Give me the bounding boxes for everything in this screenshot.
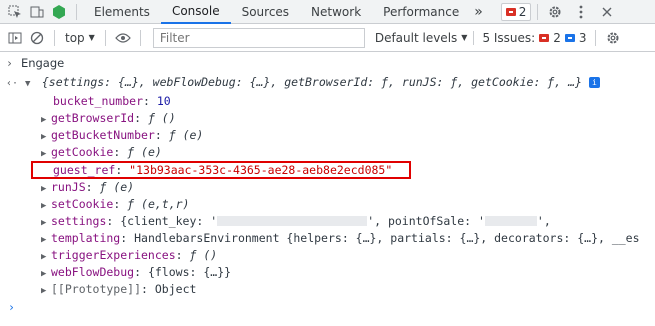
property-row[interactable]: ▶ triggerExperiences: ƒ () xyxy=(0,247,655,264)
expand-triangle-icon[interactable]: ▶ xyxy=(41,146,51,161)
device-toolbar-icon[interactable] xyxy=(26,1,48,23)
expand-triangle-icon[interactable]: ▶ xyxy=(41,249,51,264)
tab-network[interactable]: Network xyxy=(300,0,372,24)
object-summary: {settings: {…}, webFlowDebug: {…}, getBr… xyxy=(41,75,582,89)
property-key: [[Prototype]] xyxy=(51,282,142,296)
console-output: › Engage ‹· ▼ {settings: {…}, webFlowDeb… xyxy=(0,52,655,326)
expand-triangle-icon[interactable]: ▶ xyxy=(41,112,51,127)
error-icon xyxy=(505,7,516,16)
property-row[interactable]: ▶ runJS: ƒ (e) xyxy=(0,179,655,196)
tab-sources[interactable]: Sources xyxy=(231,0,300,24)
context-label: top xyxy=(65,30,85,45)
error-count: 2 xyxy=(518,4,527,19)
property-row[interactable]: ▶ getCookie: ƒ (e) xyxy=(0,144,655,161)
property-row[interactable]: ▶ getBucketNumber: ƒ (e) xyxy=(0,127,655,144)
command-text: Engage xyxy=(20,56,65,70)
property-key: settings xyxy=(51,214,107,228)
devtools-tabbar: Elements Console Sources Network Perform… xyxy=(0,0,655,24)
property-key: setCookie xyxy=(51,197,114,211)
property-row[interactable]: ▶ getBrowserId: ƒ () xyxy=(0,110,655,127)
expand-triangle-icon[interactable]: ▶ xyxy=(41,129,51,144)
property-value: ƒ (e) xyxy=(99,180,135,194)
extension-hexagon-icon[interactable] xyxy=(48,1,70,23)
error-icon xyxy=(539,33,550,42)
property-value: ƒ () xyxy=(147,111,176,125)
context-selector[interactable]: top ▼ xyxy=(61,31,99,45)
property-row[interactable]: ▶ templating: HandlebarsEnvironment {help… xyxy=(0,230,655,247)
property-value: {flows: {…}} xyxy=(147,265,232,279)
console-toolbar: top ▼ Default levels ▼ 5 Issues: 2 3 xyxy=(0,24,655,52)
dropdown-triangle-icon: ▼ xyxy=(461,33,468,42)
toolbar-divider xyxy=(54,29,55,46)
property-value: ƒ (e) xyxy=(127,145,162,159)
result-prompt-icon: ‹· xyxy=(6,78,19,89)
property-value: ƒ (e) xyxy=(168,128,204,142)
expand-triangle-icon[interactable]: ▶ xyxy=(41,266,51,281)
tab-performance[interactable]: Performance xyxy=(372,0,470,24)
property-value: 10 xyxy=(156,94,171,108)
highlight-annotation-box xyxy=(31,161,411,179)
tabbar-divider xyxy=(76,3,77,20)
info-icon xyxy=(564,33,575,42)
property-value: {client_key: ' xyxy=(120,214,218,228)
console-command-line: › Engage xyxy=(0,55,655,72)
redacted-value xyxy=(484,216,537,226)
expand-triangle-icon[interactable]: ▶ xyxy=(41,215,51,230)
expand-triangle-icon[interactable]: ▶ xyxy=(41,232,51,247)
issues-info-count: 3 xyxy=(578,30,587,45)
property-row[interactable]: ▶ settings: {client_key: ' ', pointOfSale:… xyxy=(0,213,655,230)
property-key: webFlowDebug xyxy=(51,265,135,279)
sidebar-toggle-icon[interactable] xyxy=(4,27,26,49)
close-icon[interactable] xyxy=(596,1,618,23)
property-key: getBucketNumber xyxy=(51,128,155,142)
redacted-value xyxy=(217,216,368,226)
property-row[interactable]: ▶ setCookie: ƒ (e,t,r) xyxy=(0,196,655,213)
tab-console[interactable]: Console xyxy=(160,0,231,24)
issues-counter[interactable]: 5 Issues: 2 3 xyxy=(473,30,587,45)
command-prompt-icon: › xyxy=(6,56,13,70)
filter-input[interactable] xyxy=(152,27,365,48)
property-row: bucket_number: 10 xyxy=(53,94,171,108)
expand-triangle-icon[interactable]: ▶ xyxy=(41,181,51,196)
console-result-line[interactable]: ‹· ▼ {settings: {…}, webFlowDebug: {…}, … xyxy=(0,74,655,91)
property-value-tail: ', pointOfSale: ' xyxy=(367,214,485,228)
settings-gear-icon[interactable] xyxy=(544,1,566,23)
property-value: ƒ () xyxy=(189,248,218,262)
toolbar-divider xyxy=(104,29,106,46)
toolbar-divider xyxy=(139,29,141,46)
property-value-end: ', xyxy=(536,214,551,228)
property-key: getBrowserId xyxy=(51,111,135,125)
toolbar-divider xyxy=(594,29,596,46)
property-key: triggerExperiences xyxy=(51,248,176,262)
issues-label: 5 Issues: xyxy=(482,30,536,45)
log-levels-dropdown[interactable]: Default levels ▼ xyxy=(375,31,468,45)
property-row[interactable]: ▶ [[Prototype]]: Object xyxy=(0,281,655,298)
expand-triangle-icon[interactable]: ▶ xyxy=(41,283,51,298)
live-expression-eye-icon[interactable] xyxy=(112,27,134,49)
error-count-badge[interactable]: 2 xyxy=(500,2,532,21)
input-prompt-icon: › xyxy=(8,300,15,314)
property-value: HandlebarsEnvironment {helpers: {…}, par… xyxy=(134,231,640,245)
expand-triangle-icon[interactable]: ▼ xyxy=(25,76,35,91)
property-row[interactable]: ▶ webFlowDebug: {flows: {…}} xyxy=(0,264,655,281)
property-value: ƒ (e,t,r) xyxy=(127,197,190,211)
property-value: Object xyxy=(154,282,197,296)
clear-console-icon[interactable] xyxy=(26,27,48,49)
property-key: getCookie xyxy=(51,145,114,159)
more-options-icon[interactable] xyxy=(570,1,592,23)
console-input-line[interactable]: › xyxy=(0,299,655,316)
dropdown-triangle-icon: ▼ xyxy=(88,33,95,42)
inspect-element-icon[interactable] xyxy=(4,1,26,23)
issues-error-count: 2 xyxy=(553,30,561,45)
console-settings-gear-icon[interactable] xyxy=(602,27,624,49)
more-tabs-chevron[interactable]: » xyxy=(470,0,487,24)
property-key: runJS xyxy=(51,180,86,194)
log-levels-label: Default levels xyxy=(374,30,458,45)
tab-elements[interactable]: Elements xyxy=(83,0,161,24)
property-key: bucket_number xyxy=(53,94,144,108)
expand-triangle-icon[interactable]: ▶ xyxy=(41,198,51,213)
info-badge-icon[interactable]: i xyxy=(588,77,600,88)
property-key: templating xyxy=(51,231,121,245)
tabbar-divider xyxy=(537,3,539,20)
